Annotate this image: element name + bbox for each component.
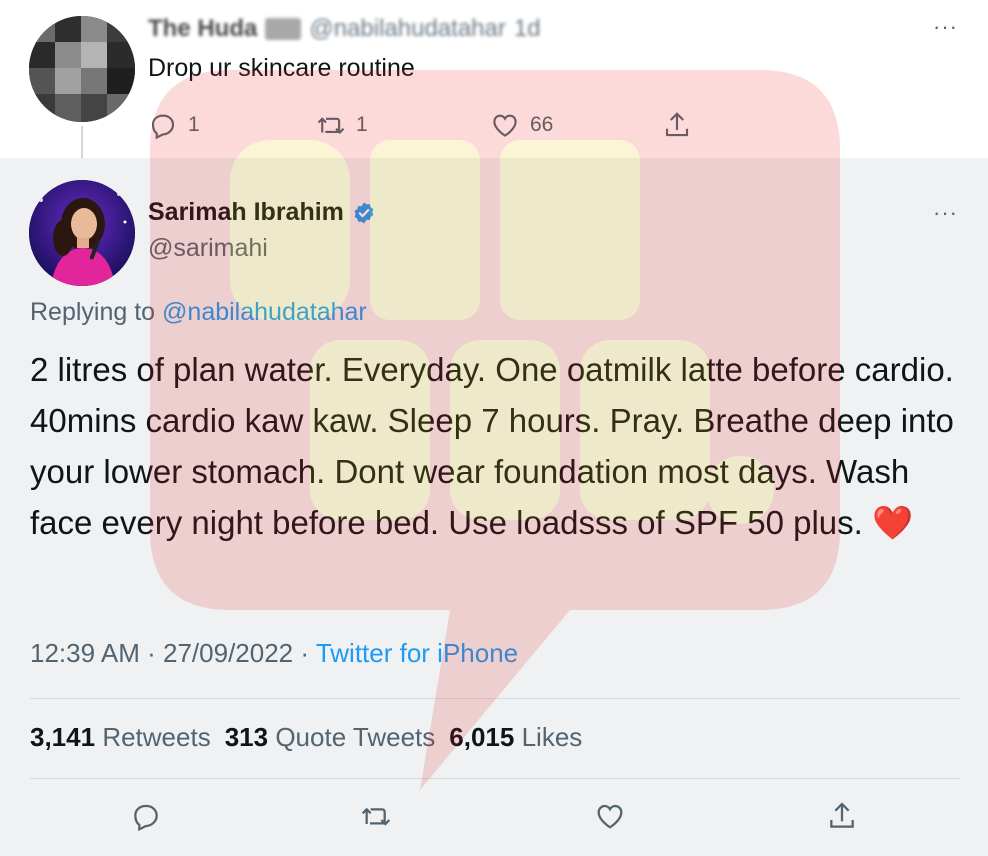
- likes-stat[interactable]: 6,015 Likes: [449, 722, 582, 753]
- main-tweet: Sarimah Ibrahim @sarimahi ··· Replying t…: [0, 158, 988, 856]
- quotes-count: 313: [224, 722, 269, 752]
- quotes-label: Quote Tweets: [275, 722, 436, 752]
- share-icon: [830, 802, 854, 828]
- parent-reply-count: 1: [188, 113, 200, 136]
- like-icon: [597, 804, 623, 829]
- main-author-name[interactable]: Sarimah Ibrahim: [148, 198, 344, 227]
- parent-tweet-text: Drop ur skincare routine: [148, 54, 415, 82]
- main-reply-button[interactable]: [130, 800, 162, 832]
- replying-to: Replying to @nabilahudatahar: [30, 298, 367, 327]
- tweet-meta: 12:39 AM · 27/09/2022 · Twitter for iPho…: [30, 638, 518, 669]
- profile-photo-image: [29, 180, 135, 286]
- retweet-icon: [317, 117, 345, 135]
- thread-line: [81, 126, 83, 162]
- tweet-source-link[interactable]: Twitter for iPhone: [316, 638, 518, 668]
- quotes-stat[interactable]: 313 Quote Tweets: [225, 722, 436, 753]
- parent-share-button[interactable]: [662, 110, 692, 140]
- main-share-button[interactable]: [826, 800, 858, 832]
- divider-bottom: [30, 778, 960, 779]
- replying-label: Replying to: [30, 298, 156, 326]
- parent-tweet[interactable]: The Huda @nabilahudatahar 1d ··· Drop ur…: [0, 0, 988, 162]
- main-author-row[interactable]: Sarimah Ibrahim: [148, 198, 376, 227]
- main-like-button[interactable]: [594, 800, 626, 832]
- parent-reply-button[interactable]: 1: [148, 110, 200, 140]
- replying-handle-link[interactable]: @nabilahudatahar: [162, 298, 367, 326]
- main-more-icon[interactable]: ···: [933, 200, 958, 226]
- verified-badge-icon: [354, 202, 374, 223]
- parent-time: 1d: [513, 15, 541, 42]
- main-retweet-button[interactable]: [360, 800, 392, 832]
- main-action-bar: [0, 800, 988, 840]
- parent-like-count: 66: [530, 113, 554, 136]
- parent-like-button[interactable]: 66: [490, 110, 553, 140]
- reply-icon: [134, 804, 158, 832]
- likes-label: Likes: [521, 722, 583, 752]
- parent-more-icon[interactable]: ···: [933, 14, 958, 40]
- parent-retweet-button[interactable]: 1: [316, 110, 368, 140]
- tweet-date[interactable]: 27/09/2022: [163, 638, 293, 668]
- reply-icon: [151, 114, 175, 140]
- parent-author-name: The Huda: [148, 15, 258, 42]
- meta-separator: ·: [147, 638, 156, 668]
- blurred-emoji: [265, 18, 302, 40]
- like-icon: [493, 114, 517, 137]
- pixelated-avatar-image: [29, 16, 135, 122]
- parent-header-blurred: The Huda @nabilahudatahar 1d: [148, 15, 628, 42]
- parent-avatar[interactable]: [29, 16, 135, 122]
- parent-action-bar: 1 1 66: [148, 110, 708, 144]
- tweet-body: 2 litres of plan water. Everyday. One oa…: [30, 344, 960, 548]
- parent-author-handle: @nabilahudatahar: [309, 15, 506, 42]
- retweets-stat[interactable]: 3,141 Retweets: [30, 722, 211, 753]
- divider-top: [30, 698, 960, 699]
- tweet-time[interactable]: 12:39 AM: [30, 638, 140, 668]
- main-avatar[interactable]: [29, 180, 135, 286]
- meta-separator-2: ·: [300, 638, 310, 668]
- heart-emoji: ❤️: [871, 504, 914, 541]
- tweet-body-text: 2 litres of plan water. Everyday. One oa…: [30, 351, 954, 541]
- retweets-count: 3,141: [30, 722, 96, 752]
- likes-count: 6,015: [449, 722, 515, 752]
- retweet-icon: [361, 807, 391, 826]
- engagement-stats: 3,141 Retweets 313 Quote Tweets 6,015 Li…: [30, 722, 582, 753]
- share-icon: [665, 112, 689, 137]
- parent-retweet-count: 1: [356, 113, 368, 136]
- retweets-label: Retweets: [102, 722, 211, 752]
- main-author-handle[interactable]: @sarimahi: [148, 234, 268, 263]
